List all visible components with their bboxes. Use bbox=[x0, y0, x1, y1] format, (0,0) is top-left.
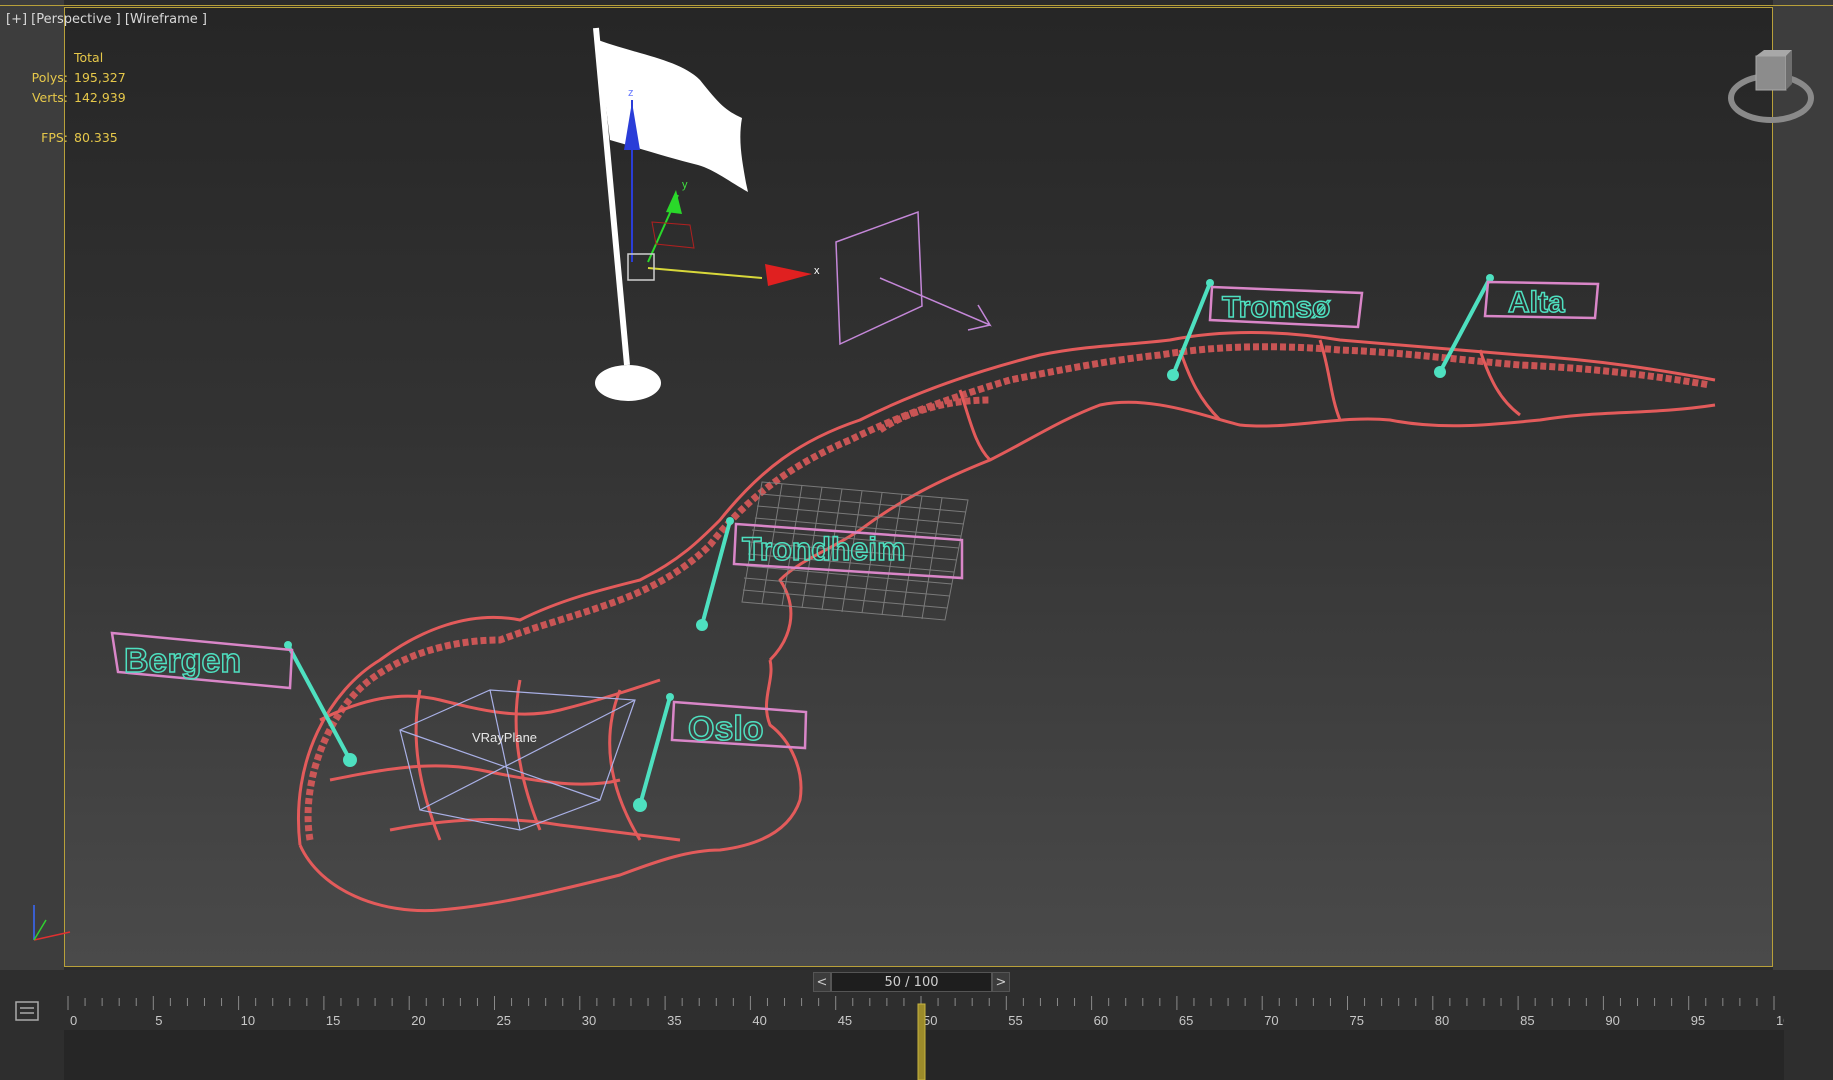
gizmo-y-label: y bbox=[682, 179, 688, 191]
norway-map-wireframe[interactable] bbox=[297, 331, 1716, 913]
viewport-label[interactable]: [+] [Perspective ] [Wireframe ] bbox=[6, 12, 207, 27]
timeline-tick-label: 25 bbox=[497, 1013, 511, 1028]
timeline-tick-label: 15 bbox=[326, 1013, 340, 1028]
timeline-track[interactable]: 0510152025303540455055606570758085909510… bbox=[64, 996, 1784, 1080]
timeline-tick-label: 70 bbox=[1264, 1013, 1278, 1028]
city-name-oslo: Oslo bbox=[688, 710, 764, 748]
timeline-tick-label: 55 bbox=[1008, 1013, 1022, 1028]
viewcube-icon[interactable] bbox=[1726, 48, 1816, 128]
frame-counter[interactable]: 50 / 100 bbox=[831, 972, 992, 992]
gizmo-z-label: z bbox=[628, 87, 634, 99]
stats-verts-label: Verts: bbox=[31, 90, 68, 105]
timeline-tick-label: 80 bbox=[1435, 1013, 1449, 1028]
timeline-tick-label: 0 bbox=[70, 1013, 77, 1028]
camera-object[interactable] bbox=[835, 210, 992, 346]
current-frame-marker[interactable] bbox=[917, 1003, 926, 1080]
city-label-trondheim[interactable]: Trondheim bbox=[696, 517, 964, 631]
timeline-tick-label: 60 bbox=[1094, 1013, 1108, 1028]
time-slider[interactable]: < 50 / 100 > bbox=[813, 971, 1010, 993]
city-name-trondheim: Trondheim bbox=[742, 531, 906, 567]
stats-polys-value: 195,327 bbox=[74, 70, 126, 85]
timeline-tick-label: 45 bbox=[838, 1013, 852, 1028]
world-axis-tripod-icon bbox=[33, 905, 71, 941]
timeline-tick-label: 5 bbox=[155, 1013, 162, 1028]
timeline-tick-label: 35 bbox=[667, 1013, 681, 1028]
city-name-tromso: Tromsø bbox=[1222, 291, 1331, 324]
timeline-tick-label: 10 bbox=[241, 1013, 255, 1028]
gizmo-x-label: x bbox=[814, 265, 820, 277]
next-frame-button[interactable]: > bbox=[992, 972, 1010, 992]
vray-plane-label: VRayPlane bbox=[472, 730, 537, 745]
timeline-tick-label: 90 bbox=[1605, 1013, 1619, 1028]
prev-frame-button[interactable]: < bbox=[813, 972, 831, 992]
stats-verts-value: 142,939 bbox=[74, 90, 126, 105]
timeline-tick-label: 75 bbox=[1350, 1013, 1364, 1028]
stats-polys-label: Polys: bbox=[31, 70, 68, 85]
timeline-tick-label: 20 bbox=[411, 1013, 425, 1028]
timeline-tick-label: 95 bbox=[1691, 1013, 1705, 1028]
timeline-config-icon[interactable] bbox=[14, 1000, 40, 1022]
timeline-tick-label: 85 bbox=[1520, 1013, 1534, 1028]
stats-fps-value: 80.335 bbox=[74, 130, 118, 145]
city-label-tromso[interactable]: Tromsø bbox=[1167, 279, 1364, 381]
stats-overlay: Total Polys: 195,327 Verts: 142,939 FPS: 80… bbox=[18, 48, 126, 148]
timeline-tick-label: 40 bbox=[752, 1013, 766, 1028]
city-name-alta: Alta bbox=[1508, 286, 1565, 319]
timeline-tick-label: 100 bbox=[1776, 1013, 1784, 1028]
norway-map-coastline-detail bbox=[304, 343, 1711, 841]
city-label-oslo[interactable]: Oslo bbox=[633, 693, 808, 812]
scene-canvas[interactable]: VRayPlane z y x Tromsø Alta Trondheim Be… bbox=[0, 0, 1833, 970]
timeline-tick-label: 30 bbox=[582, 1013, 596, 1028]
city-name-bergen: Bergen bbox=[124, 642, 241, 680]
flag-object[interactable] bbox=[593, 27, 748, 401]
timeline-tick-label: 65 bbox=[1179, 1013, 1193, 1028]
stats-header: Total bbox=[74, 50, 104, 65]
stats-fps-label: FPS: bbox=[41, 130, 68, 145]
